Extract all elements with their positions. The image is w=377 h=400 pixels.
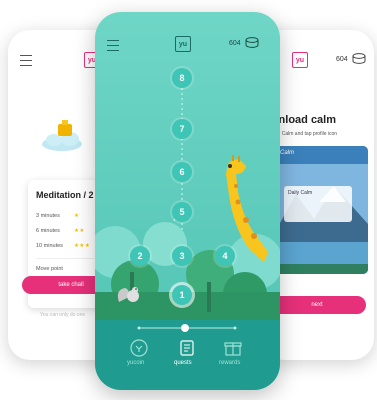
card-title: Meditation / 2 [36, 190, 94, 200]
calm-app-preview: Calm Daily Calm [274, 146, 368, 274]
menu-icon[interactable] [107, 40, 119, 51]
move-point-label: Move point [36, 266, 63, 272]
row-label: 10 minutes [36, 243, 63, 249]
row-label: 3 minutes [36, 213, 60, 219]
nav-yucoin[interactable] [129, 338, 149, 358]
yu-logo: yu [292, 52, 308, 68]
quest-node-3[interactable]: 3 [172, 246, 192, 266]
points-count: 604 [336, 56, 348, 63]
footnote: You can only do one [40, 312, 86, 318]
quest-node-6[interactable]: 6 [172, 162, 192, 182]
coins-icon [352, 53, 366, 64]
star-icon: ★★ [74, 228, 85, 234]
next-button[interactable]: next [268, 296, 366, 314]
nav-rewards[interactable] [223, 338, 243, 358]
yu-logo: yu [175, 36, 191, 52]
daily-calm-label: Daily Calm [288, 190, 313, 196]
menu-icon[interactable] [20, 55, 32, 66]
gift-icon [224, 342, 242, 356]
nav-label-yucoin: yucoin [127, 360, 145, 366]
squirrel-illustration [117, 287, 139, 302]
row-label: 6 minutes [36, 228, 60, 234]
yucoin-icon [130, 339, 148, 357]
coins-icon[interactable] [245, 37, 259, 48]
daily-calm-card[interactable]: Daily Calm [284, 186, 352, 222]
quest-node-5[interactable]: 5 [172, 202, 192, 222]
quest-node-1[interactable]: 1 [172, 285, 192, 305]
page-subtitle: oad Calm and tap profile icon [272, 131, 338, 137]
quest-node-4[interactable]: 4 [215, 246, 235, 266]
points-count: 604 [229, 40, 241, 47]
trophy-cloud-illustration [42, 120, 82, 151]
calm-logo: Calm [280, 150, 295, 156]
quest-node-8[interactable]: 8 [172, 68, 192, 88]
star-icon: ★ [74, 213, 80, 219]
map-slider-thumb[interactable] [181, 324, 189, 332]
nav-label-rewards: rewards [219, 360, 241, 366]
scroll-icon [180, 340, 194, 356]
phone-center: yu 604 8 7 6 5 4 3 2 1 yucoin quests rew… [95, 12, 280, 390]
star-icon: ★★★ [74, 243, 91, 249]
nav-quests[interactable] [177, 338, 197, 358]
nav-label-quests: quests [174, 360, 192, 366]
quest-node-7[interactable]: 7 [172, 119, 192, 139]
quest-node-2[interactable]: 2 [130, 246, 150, 266]
